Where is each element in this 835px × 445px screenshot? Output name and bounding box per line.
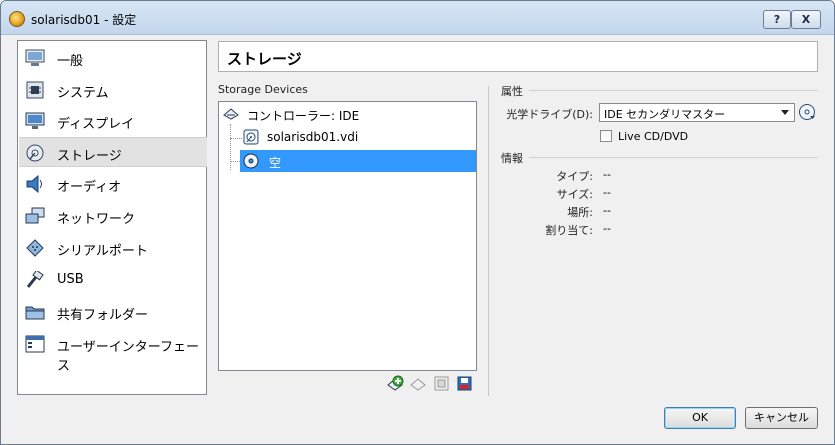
- sidebar-item-label: 一般: [57, 54, 84, 69]
- sidebar-item-label: ユーザーインターフェース: [57, 340, 199, 374]
- sidebar-item-label: システム: [57, 86, 109, 101]
- sidebar-item-serial-port[interactable]: シリアルポート: [19, 233, 207, 263]
- info-size-label: サイズ:: [556, 188, 593, 201]
- chevron-down-icon: [781, 110, 789, 115]
- sidebar-item-label: USB: [57, 272, 84, 287]
- tree-connector: [230, 124, 231, 170]
- info-section-title: 情報: [501, 152, 523, 165]
- hard-disk-icon: [243, 129, 259, 145]
- optical-drive-value: IDE セカンダリマスター: [604, 108, 726, 121]
- storage-icon: [25, 144, 45, 162]
- general-icon: [25, 49, 45, 67]
- page-title-box: ストレージ: [218, 41, 818, 72]
- optical-drive-label: 光学ドライブ(D):: [506, 108, 593, 121]
- sidebar-item-general[interactable]: 一般: [19, 43, 207, 73]
- sidebar-item-audio[interactable]: オーディオ: [19, 169, 207, 199]
- tree-item-ide-controller[interactable]: コントローラー: IDE: [223, 103, 473, 125]
- page-title: ストレージ: [227, 50, 302, 68]
- cancel-button[interactable]: キャンセル: [745, 407, 818, 429]
- tree-item-label: コントローラー: IDE: [247, 109, 360, 123]
- remove-controller-icon[interactable]: [410, 375, 427, 392]
- ide-controller-icon: [223, 106, 239, 122]
- settings-window: solarisdb01 - 設定 ? X 一般 システム ディスプレイ ストレー…: [0, 0, 835, 445]
- info-attached-label: 割り当て:: [545, 224, 593, 237]
- ok-button[interactable]: OK: [664, 407, 736, 429]
- usb-icon: [25, 269, 45, 289]
- display-icon: [25, 112, 45, 130]
- network-icon: [25, 207, 45, 225]
- sidebar-item-label: 共有フォルダー: [57, 308, 149, 323]
- optical-disc-icon: [243, 153, 259, 169]
- audio-icon: [25, 174, 45, 194]
- settings-sidebar: 一般 システム ディスプレイ ストレージ オーディオ ネットワーク シリアルポー…: [17, 40, 207, 395]
- user-interface-icon: [25, 335, 45, 353]
- sidebar-item-label: オーディオ: [57, 180, 122, 195]
- serial-port-icon: [25, 239, 45, 257]
- system-icon: [25, 81, 45, 99]
- title-bar[interactable]: solarisdb01 - 設定 ? X: [1, 1, 834, 35]
- info-attached-value: --: [603, 222, 611, 235]
- info-type-label: タイプ:: [556, 170, 593, 183]
- info-size-value: --: [603, 186, 611, 199]
- panel-divider: [488, 86, 489, 396]
- sidebar-item-label: ストレージ: [57, 149, 122, 164]
- storage-devices-label: Storage Devices: [218, 83, 308, 96]
- add-disk-icon[interactable]: [433, 375, 450, 392]
- info-type-value: --: [603, 168, 611, 181]
- remove-attachment-icon[interactable]: [456, 375, 473, 392]
- add-attachment-icon[interactable]: [387, 375, 404, 392]
- window-title: solarisdb01 - 設定: [31, 13, 137, 27]
- sidebar-item-label: シリアルポート: [57, 244, 148, 259]
- close-button[interactable]: X: [791, 10, 821, 29]
- sidebar-item-label: ディスプレイ: [57, 117, 135, 132]
- virtualbox-app-icon: [9, 11, 25, 27]
- attributes-section-title: 属性: [501, 85, 523, 98]
- sidebar-item-shared-folders[interactable]: 共有フォルダー: [19, 297, 207, 327]
- shared-folder-icon: [25, 303, 45, 321]
- info-divider: [529, 157, 818, 158]
- sidebar-item-storage[interactable]: ストレージ: [19, 137, 207, 167]
- help-button[interactable]: ?: [763, 10, 791, 29]
- tree-item-optical-drive[interactable]: 空: [240, 150, 476, 172]
- live-cd-checkbox[interactable]: [600, 130, 612, 142]
- info-location-label: 場所:: [567, 206, 593, 219]
- live-cd-label[interactable]: Live CD/DVD: [618, 130, 688, 143]
- choose-disc-icon[interactable]: [798, 103, 816, 121]
- tree-item-hard-disk[interactable]: solarisdb01.vdi: [243, 126, 473, 148]
- tree-item-label: 空: [269, 156, 282, 170]
- sidebar-item-display[interactable]: ディスプレイ: [19, 106, 207, 136]
- sidebar-item-system[interactable]: システム: [19, 75, 207, 105]
- optical-drive-select[interactable]: IDE セカンダリマスター: [599, 103, 795, 122]
- sidebar-item-usb[interactable]: USB: [19, 265, 207, 295]
- storage-tree[interactable]: コントローラー: IDE solarisdb01.vdi 空: [218, 101, 477, 371]
- sidebar-item-label: ネットワーク: [57, 212, 136, 227]
- tree-item-label: solarisdb01.vdi: [267, 130, 359, 144]
- sidebar-item-user-interface[interactable]: ユーザーインターフェース: [19, 329, 207, 374]
- info-location-value: --: [603, 204, 611, 217]
- sidebar-item-network[interactable]: ネットワーク: [19, 201, 207, 231]
- attributes-divider: [529, 90, 818, 91]
- tree-connector: [230, 138, 242, 139]
